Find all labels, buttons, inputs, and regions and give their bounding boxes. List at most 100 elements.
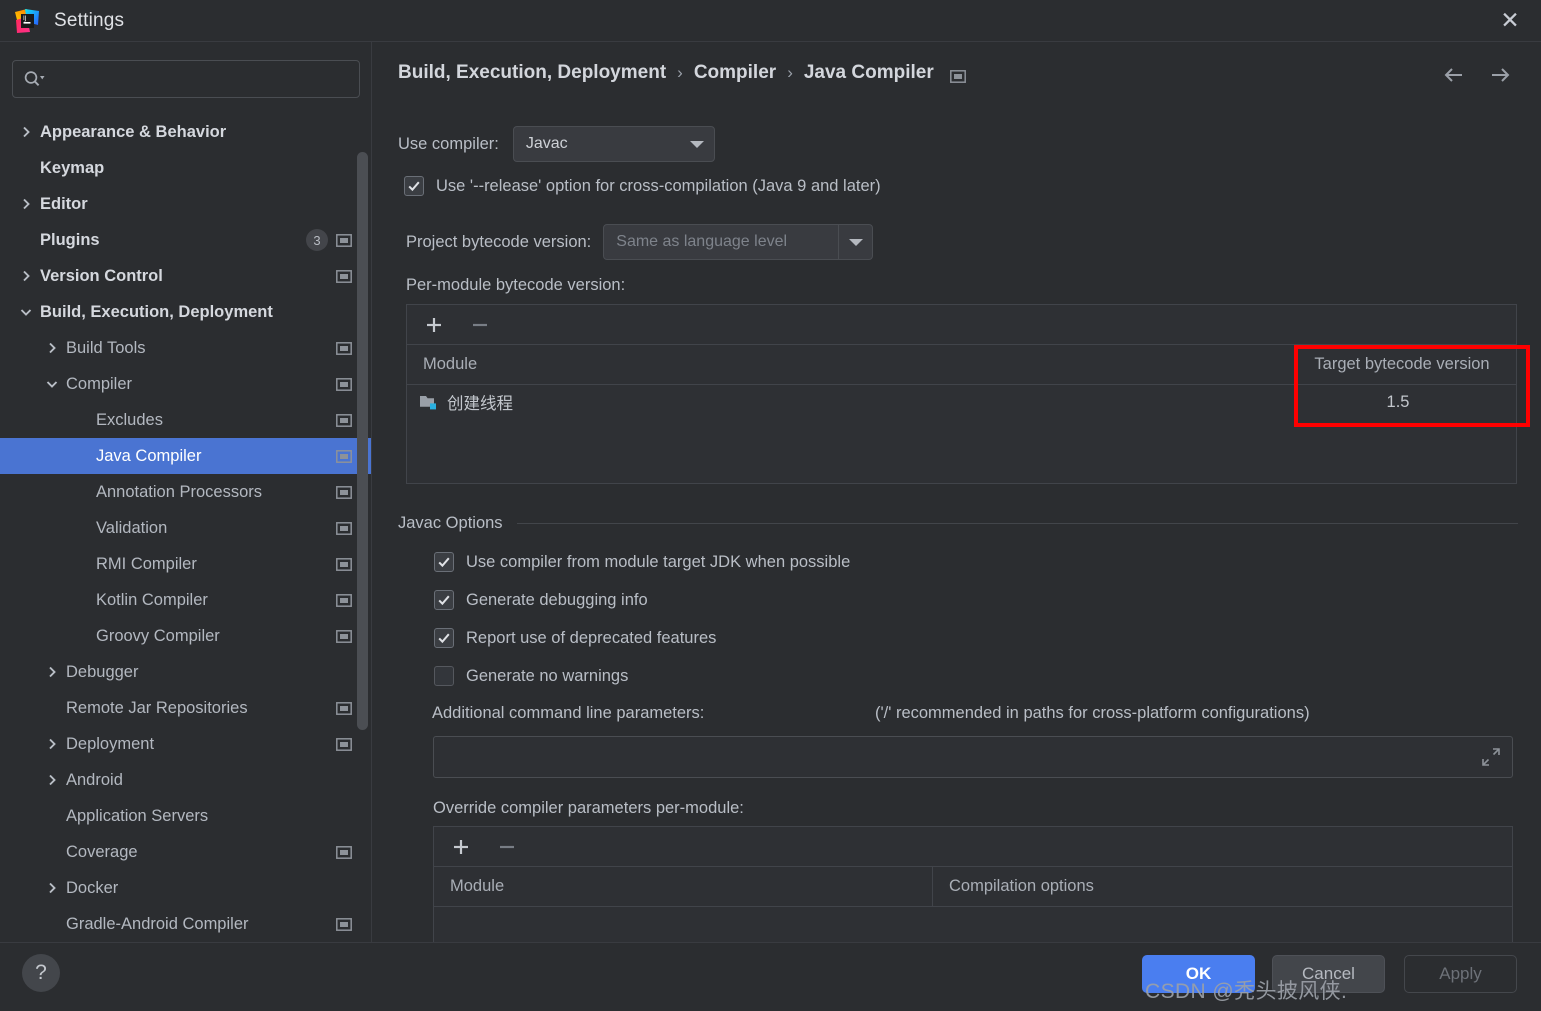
sidebar-item-editor[interactable]: Editor <box>0 186 372 222</box>
column-module[interactable]: Module <box>434 867 933 906</box>
override-label-row: Override compiler parameters per-module: <box>433 799 744 818</box>
arrow-left-icon[interactable] <box>1441 62 1467 88</box>
use-release-option-checkbox[interactable]: Use '--release' option for cross-compila… <box>404 176 881 196</box>
sidebar-item-label: Remote Jar Repositories <box>66 698 248 717</box>
sidebar-scrollbar[interactable] <box>357 152 368 730</box>
chevron-down-icon[interactable] <box>44 376 60 392</box>
sidebar-item-coverage[interactable]: Coverage <box>0 834 372 870</box>
sidebar-item-label: Deployment <box>66 734 155 753</box>
project-scope-icon[interactable] <box>336 702 352 715</box>
sidebar-item-remote-jar-repositories[interactable]: Remote Jar Repositories <box>0 690 372 726</box>
sidebar-item-build-tools[interactable]: Build Tools <box>0 330 372 366</box>
project-scope-icon[interactable] <box>336 522 352 535</box>
breadcrumb-item[interactable]: Java Compiler <box>804 62 934 84</box>
column-target-bytecode-version[interactable]: Target bytecode version <box>1288 355 1516 374</box>
sidebar-item-java-compiler[interactable]: Java Compiler <box>0 438 372 474</box>
close-icon[interactable]: ✕ <box>1495 7 1525 35</box>
use-compiler-label: Use compiler: <box>398 134 499 153</box>
plus-icon[interactable] <box>450 836 472 858</box>
chevron-right-icon[interactable] <box>44 736 60 752</box>
javac-options-title: Javac Options <box>398 514 503 532</box>
javac-option-checkbox[interactable]: Generate debugging info <box>434 590 648 610</box>
search-box[interactable] <box>12 60 360 98</box>
chevron-right-icon[interactable] <box>44 340 60 356</box>
javac-option-checkbox[interactable]: Report use of deprecated features <box>434 628 716 648</box>
minus-icon[interactable] <box>496 836 518 858</box>
table-row[interactable]: 创建线程 1.5 <box>407 385 1516 419</box>
additional-params-hint-row: ('/' recommended in paths for cross-plat… <box>875 704 1310 723</box>
project-scope-icon[interactable] <box>336 918 352 931</box>
sidebar-item-version-control[interactable]: Version Control <box>0 258 372 294</box>
breadcrumb-item[interactable]: Compiler <box>694 62 776 84</box>
sidebar-item-groovy-compiler[interactable]: Groovy Compiler <box>0 618 372 654</box>
use-compiler-select[interactable]: Javac <box>512 126 715 162</box>
sidebar-item-label: Plugins <box>40 230 100 249</box>
settings-content: Build, Execution, Deployment › Compiler › Ja… <box>372 42 1541 942</box>
javac-option-label: Generate no warnings <box>466 666 629 685</box>
sidebar-item-compiler[interactable]: Compiler <box>0 366 372 402</box>
override-table: Module Compilation options <box>433 826 1513 942</box>
help-button[interactable]: ? <box>22 954 60 992</box>
checkbox-unchecked-icon <box>434 666 454 686</box>
sidebar-item-kotlin-compiler[interactable]: Kotlin Compiler <box>0 582 372 618</box>
project-scope-icon[interactable] <box>336 414 352 427</box>
chevron-right-icon[interactable] <box>18 124 34 140</box>
column-module[interactable]: Module <box>407 355 1288 374</box>
chevron-right-icon[interactable] <box>44 880 60 896</box>
cell-module: 创建线程 <box>447 395 513 413</box>
javac-option-row: Report use of deprecated features <box>434 628 716 648</box>
plus-icon[interactable] <box>423 314 445 336</box>
additional-params-field[interactable] <box>433 736 1513 778</box>
additional-params-hint: ('/' recommended in paths for cross-plat… <box>875 704 1310 722</box>
sidebar-item-annotation-processors[interactable]: Annotation Processors <box>0 474 372 510</box>
arrow-right-icon[interactable] <box>1487 62 1513 88</box>
chevron-right-icon[interactable] <box>44 772 60 788</box>
sidebar-item-validation[interactable]: Validation <box>0 510 372 546</box>
project-scope-icon[interactable] <box>336 486 352 499</box>
sidebar-item-application-servers[interactable]: Application Servers <box>0 798 372 834</box>
project-scope-icon[interactable] <box>336 378 352 391</box>
sidebar-item-appearance-behavior[interactable]: Appearance & Behavior <box>0 114 372 150</box>
expand-icon[interactable] <box>1482 748 1500 766</box>
sidebar-item-label: Appearance & Behavior <box>40 122 227 141</box>
project-scope-icon[interactable] <box>949 67 966 83</box>
column-compilation-options[interactable]: Compilation options <box>933 877 1512 896</box>
project-scope-icon[interactable] <box>336 846 352 859</box>
project-scope-icon[interactable] <box>336 630 352 643</box>
minus-icon[interactable] <box>469 314 491 336</box>
chevron-right-icon[interactable] <box>18 268 34 284</box>
project-scope-icon[interactable] <box>336 234 352 247</box>
sidebar-item-docker[interactable]: Docker <box>0 870 372 906</box>
sidebar-item-build-execution-deployment[interactable]: Build, Execution, Deployment <box>0 294 372 330</box>
settings-tree[interactable]: Appearance & Behavior Keymap Editor Plugins… <box>0 114 372 942</box>
project-scope-icon[interactable] <box>336 270 352 283</box>
cancel-button[interactable]: Cancel <box>1272 955 1385 993</box>
sidebar-item-keymap[interactable]: Keymap <box>0 150 372 186</box>
project-bytecode-select[interactable]: Same as language level <box>603 224 874 260</box>
use-release-option-label: Use '--release' option for cross-compila… <box>436 176 881 195</box>
search-input[interactable] <box>49 70 349 88</box>
breadcrumb-item[interactable]: Build, Execution, Deployment <box>398 62 666 84</box>
sidebar-item-rmi-compiler[interactable]: RMI Compiler <box>0 546 372 582</box>
javac-option-checkbox[interactable]: Generate no warnings <box>434 666 628 686</box>
sidebar-item-gradle-android-compiler[interactable]: Gradle-Android Compiler <box>0 906 372 942</box>
javac-option-label: Use compiler from module target JDK when… <box>466 552 851 571</box>
sidebar-item-excludes[interactable]: Excludes <box>0 402 372 438</box>
chevron-right-icon[interactable] <box>18 196 34 212</box>
project-scope-icon[interactable] <box>336 594 352 607</box>
project-scope-icon[interactable] <box>336 738 352 751</box>
sidebar-item-deployment[interactable]: Deployment <box>0 726 372 762</box>
cell-target-bytecode-version[interactable]: 1.5 <box>1284 393 1512 412</box>
chevron-down-icon[interactable] <box>18 304 34 320</box>
chevron-right-icon[interactable] <box>44 664 60 680</box>
sidebar-item-label: Android <box>66 770 123 789</box>
ok-button[interactable]: OK <box>1142 955 1255 993</box>
project-scope-icon[interactable] <box>336 342 352 355</box>
project-scope-icon[interactable] <box>336 450 352 463</box>
sidebar-item-debugger[interactable]: Debugger <box>0 654 372 690</box>
sidebar-item-android[interactable]: Android <box>0 762 372 798</box>
javac-option-checkbox[interactable]: Use compiler from module target JDK when… <box>434 552 850 572</box>
project-scope-icon[interactable] <box>336 558 352 571</box>
sidebar-item-plugins[interactable]: Plugins 3 <box>0 222 372 258</box>
